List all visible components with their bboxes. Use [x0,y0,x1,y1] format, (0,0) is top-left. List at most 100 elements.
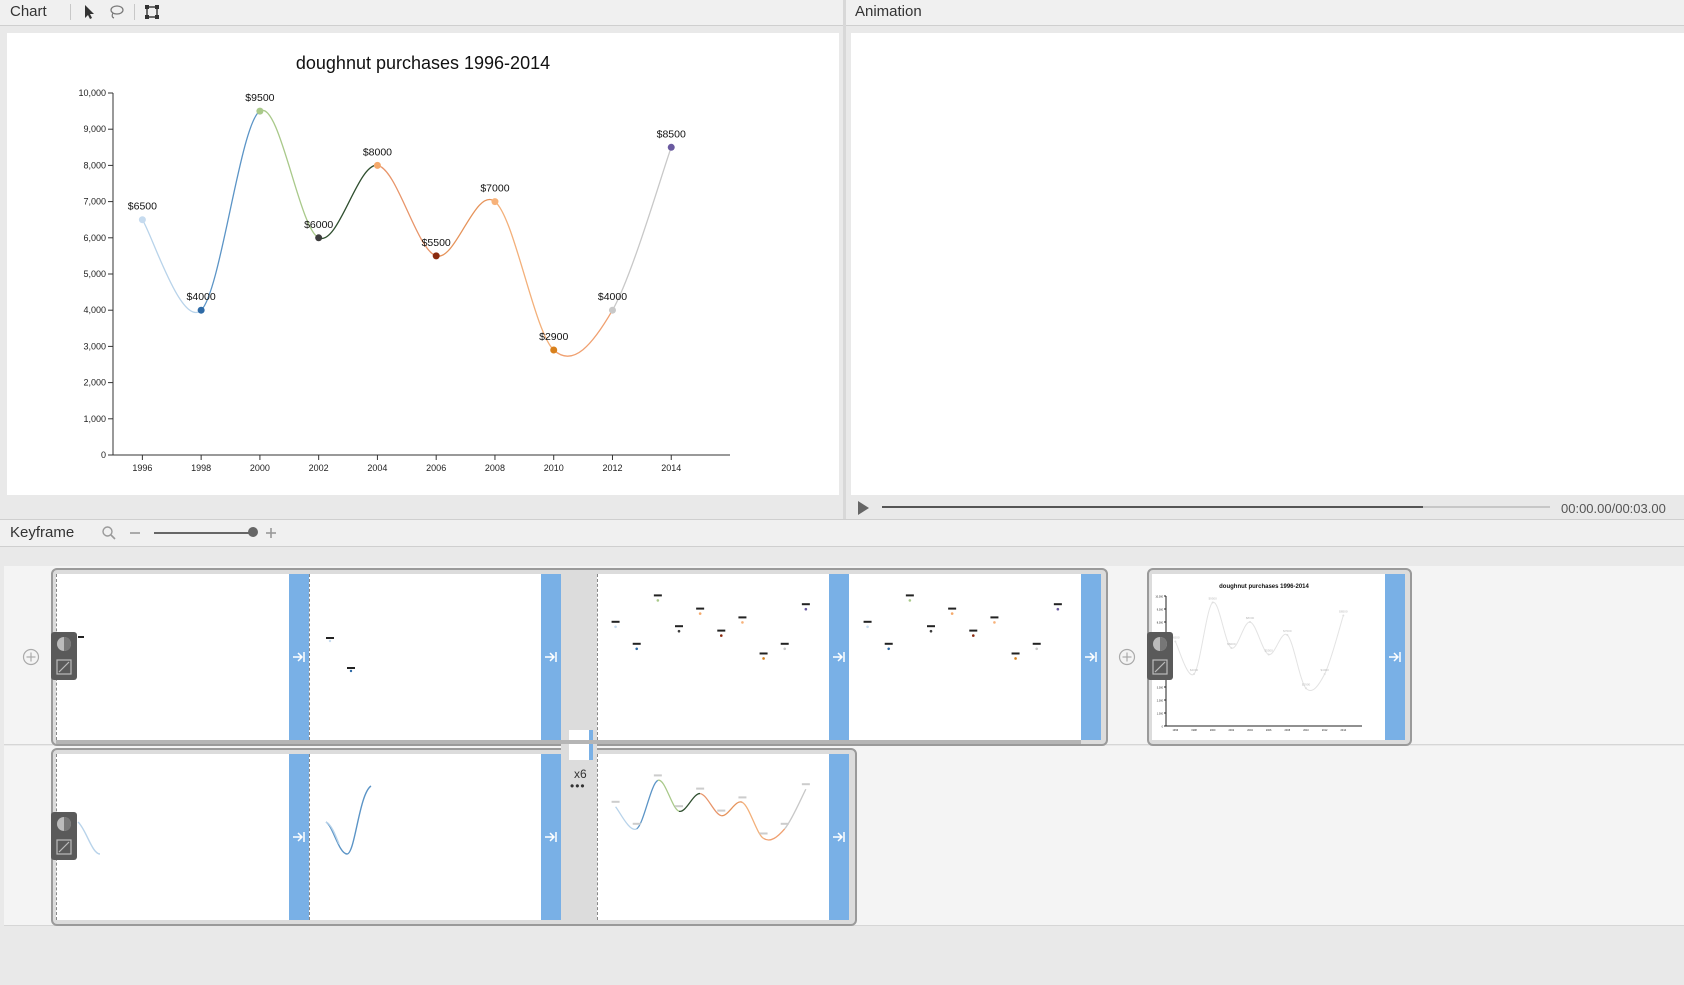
effect-icon[interactable] [56,816,72,832]
data-label [759,652,768,655]
x-tick-label: 2006 [1266,729,1272,732]
thumbnail-preview [326,637,355,673]
panel-splitter[interactable] [843,0,846,519]
y-tick-label: 4,000 [83,305,106,315]
playback-time: 00:00.00/00:03.00 [1561,501,1666,516]
keyframe-thumbnail[interactable] [309,574,541,740]
data-label [927,625,935,628]
x-tick-label: 1996 [1173,729,1179,732]
data-label: $7000 [1283,629,1292,633]
data-point [138,216,146,224]
data-point [1014,657,1017,660]
x-tick-label: 2010 [1303,729,1309,732]
data-label [990,616,999,619]
pointer-icon[interactable] [80,3,98,21]
more-frames-indicator[interactable]: ••• [570,779,586,793]
zoom-out-icon[interactable] [128,526,142,540]
lasso-icon[interactable] [107,3,125,21]
x-tick-label: 1998 [1191,729,1197,732]
play-icon[interactable] [855,500,871,516]
data-point [197,306,205,314]
add-keyframe-icon[interactable] [22,648,40,666]
data-point [608,306,616,314]
x-tick-label: 2006 [426,463,446,473]
thumbnail-preview [78,636,84,638]
keyframe-thumbnail[interactable] [309,754,541,920]
y-tick-label: 8,000 [1157,622,1164,625]
data-label [801,783,810,786]
animation-canvas[interactable] [851,33,1684,495]
y-tick-label: 3,000 [1157,687,1164,690]
keyframe-thumbnail[interactable] [56,754,289,920]
series-line-segment [494,201,555,351]
data-label: $8500 [657,128,686,140]
easing-icon[interactable] [56,839,72,855]
y-tick-label: 0 [1162,726,1164,729]
keyframe-transition-bar[interactable] [541,754,561,920]
data-point [719,634,723,637]
data-point [993,621,996,624]
keyframe-transition-bar[interactable] [1385,574,1405,740]
add-keyframe-icon[interactable] [1118,648,1136,666]
keyframe-transition-bar[interactable] [829,754,849,920]
y-tick-label: 10,000 [1155,596,1163,599]
chart-title: doughnut purchases 1996-2014 [1219,584,1309,590]
zoom-slider-handle[interactable] [248,527,258,537]
effect-icon[interactable] [1152,636,1168,652]
data-point [783,647,787,651]
data-point [971,634,975,637]
data-label [611,620,620,623]
x-tick-label: 2014 [661,463,681,473]
keyframe-transition-bar[interactable] [1081,574,1101,740]
thumbnail-preview: doughnut purchases 1996-2014 0 1,000 2,000 3… [1155,584,1362,732]
data-label: $2900 [539,331,568,343]
data-label [969,629,978,632]
data-point [667,143,675,151]
keyframe-thumbnail[interactable] [597,754,829,920]
effect-icon[interactable] [56,636,72,652]
data-label [632,642,641,645]
data-point [1193,673,1195,675]
data-label: $9500 [245,92,274,104]
data-label: $6000 [1227,642,1236,646]
crop-icon[interactable] [143,3,161,21]
keyframe-transition-bar[interactable] [289,574,309,740]
chart-panel-title: Chart [10,3,47,20]
keyframe-transition-bar[interactable] [829,574,849,740]
data-point [1267,653,1270,656]
y-tick-label: 1,000 [1157,713,1164,716]
chart-canvas[interactable]: doughnut purchases 1996-2014 0 1,000 2,000 3… [7,33,839,495]
keyframe-thumbnail[interactable] [849,574,1081,740]
keyframe-transition-bar[interactable] [289,754,309,920]
x-tick-label: 2000 [250,463,270,473]
data-label [759,832,768,835]
data-label: $6500 [128,201,157,213]
data-point [614,625,617,629]
data-label [1053,603,1062,606]
keyframe-thumbnail[interactable] [597,574,829,740]
x-tick-label: 1998 [191,463,211,473]
data-label: $8000 [363,146,392,158]
search-icon[interactable] [101,525,117,541]
zoom-in-icon[interactable] [264,526,278,540]
data-label [717,629,726,632]
data-label [738,796,747,799]
data-label: $6000 [304,219,333,231]
x-tick-label: 2004 [367,463,387,473]
repeat-handle[interactable] [569,730,589,760]
keyframe-thumbnail[interactable]: doughnut purchases 1996-2014 0 1,000 2,000 3… [1152,574,1385,740]
data-label: $5500 [1264,649,1273,653]
keyframe-transition-bar[interactable] [541,574,561,740]
easing-icon[interactable] [56,659,72,675]
data-label [948,607,957,610]
repeat-handle-bar[interactable] [589,730,593,760]
y-tick-label: 7,000 [83,197,106,207]
zoom-slider[interactable] [154,532,254,534]
data-point [656,599,660,602]
data-label [696,787,705,790]
easing-icon[interactable] [1152,659,1168,675]
x-tick-label: 2002 [1229,729,1235,732]
playback-progress-bar[interactable] [882,506,1550,508]
data-label [611,800,620,803]
keyframe-thumbnail[interactable] [56,574,289,740]
